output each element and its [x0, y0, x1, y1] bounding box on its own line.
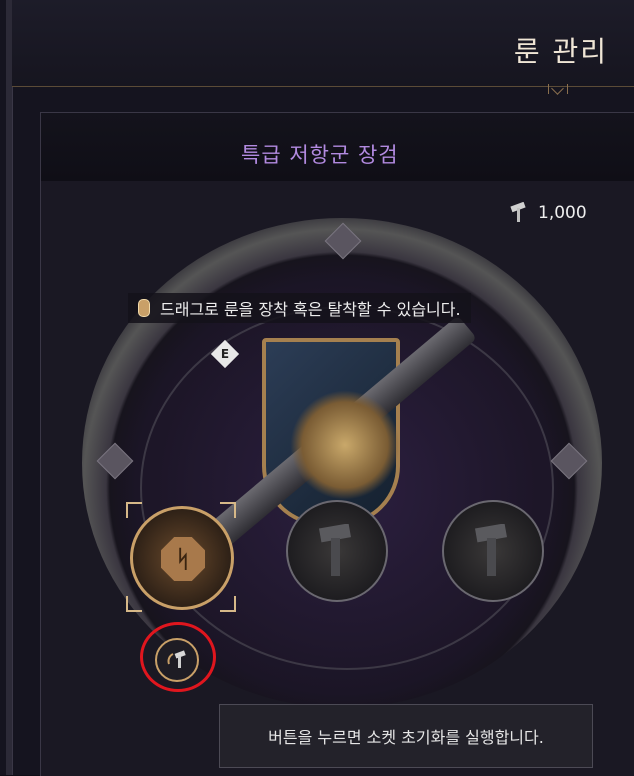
e-key-label: E [220, 347, 230, 361]
sword-hilt-image [290, 390, 400, 500]
drag-hint-text: 드래그로 룬을 장착 혹은 탈착할 수 있습니다. [160, 300, 461, 319]
item-name: 특급 저항군 장검 [241, 143, 399, 167]
currency-display: 1,000 [508, 200, 614, 226]
hammer-icon [474, 524, 507, 576]
frame-corner [220, 502, 236, 518]
rune-socket-2[interactable] [286, 500, 388, 602]
title-bar: 룬 관리 [12, 0, 634, 87]
reset-tooltip-text: 버튼을 누르면 소켓 초기화를 실행합니다. [268, 728, 544, 747]
hammer-icon [510, 202, 526, 222]
panel-header: 특급 저항군 장검 [41, 113, 634, 181]
currency-amount: 1,000 [538, 203, 587, 223]
rune-icon: ᛋ [161, 537, 205, 581]
e-key-icon: E [210, 339, 240, 369]
info-icon [138, 299, 150, 317]
rune-socket-1[interactable]: ᛋ [130, 506, 234, 610]
reset-button-highlight [140, 622, 216, 692]
window-border [6, 0, 13, 775]
rune-management-window: 룬 관리 특급 저항군 장검 1,000 드래그로 룬을 장착 혹은 탈착할 수… [0, 0, 634, 776]
hammer-icon [318, 524, 351, 576]
rune-socket-3[interactable] [442, 500, 544, 602]
title-divider-ornament [548, 84, 568, 94]
reset-tooltip: 버튼을 누르면 소켓 초기화를 실행합니다. [219, 704, 593, 768]
frame-corner [126, 596, 142, 612]
drag-hint: 드래그로 룬을 장착 혹은 탈착할 수 있습니다. [128, 293, 471, 323]
frame-corner [220, 596, 236, 612]
window-title: 룬 관리 [513, 35, 608, 68]
frame-corner [126, 502, 142, 518]
